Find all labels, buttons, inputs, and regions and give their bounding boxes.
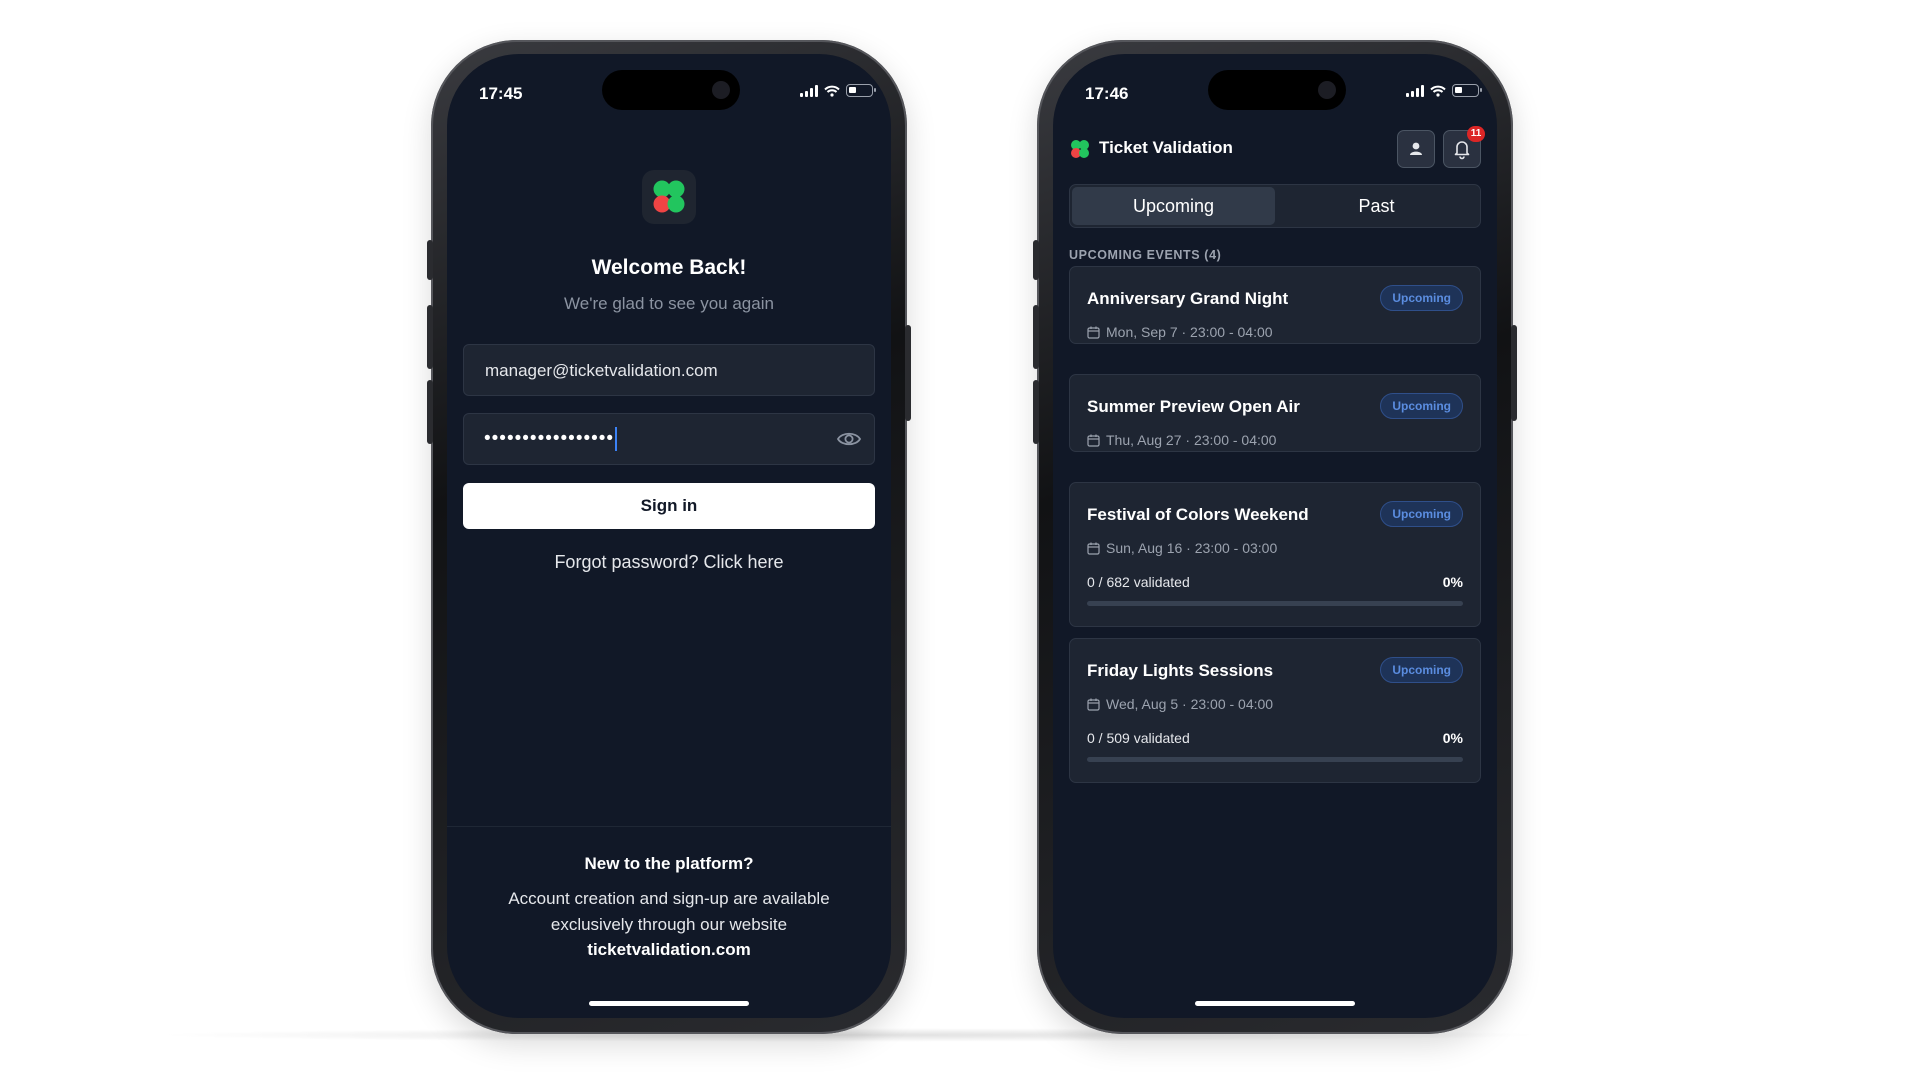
event-date-row: Mon, Sep 7 · 23:00 - 04:00 <box>1087 324 1273 340</box>
home-indicator[interactable] <box>589 1001 749 1006</box>
app-header: Ticket Validation 11 <box>1069 126 1485 168</box>
battery-icon <box>1452 84 1482 97</box>
progress-bar <box>1087 757 1463 762</box>
event-date: Mon, Sep 7 · 23:00 - 04:00 <box>1106 324 1273 340</box>
dynamic-island <box>1208 70 1346 110</box>
event-card[interactable]: Festival of Colors Weekend Upcoming Sun,… <box>1069 482 1481 627</box>
website-link[interactable]: ticketvalidation.com <box>447 940 891 960</box>
phone-volume-up <box>427 305 433 369</box>
event-title: Summer Preview Open Air <box>1087 397 1300 416</box>
divider <box>447 826 891 827</box>
wifi-icon <box>1430 85 1446 97</box>
eye-icon[interactable] <box>836 428 862 450</box>
phone-dashboard: 17:46 Ticket Validation 11 Upcoming Past… <box>1033 40 1517 1034</box>
forgot-password-link[interactable]: Forgot password? Click here <box>447 552 891 573</box>
home-indicator[interactable] <box>1195 1001 1355 1006</box>
event-card[interactable]: Summer Preview Open Air Upcoming Thu, Au… <box>1069 374 1481 452</box>
event-card[interactable]: Anniversary Grand Night Upcoming Mon, Se… <box>1069 266 1481 344</box>
event-title: Anniversary Grand Night <box>1087 289 1289 308</box>
phone-power-button <box>1511 325 1517 421</box>
event-date-row: Thu, Aug 27 · 23:00 - 04:00 <box>1087 432 1276 448</box>
login-screen: 17:45 Welcome Back! We're glad to see yo… <box>447 54 891 1018</box>
tab-past[interactable]: Past <box>1275 187 1478 225</box>
dynamic-island <box>602 70 740 110</box>
new-platform-title: New to the platform? <box>584 854 754 873</box>
status-icons <box>800 84 876 97</box>
text-caret <box>615 427 618 451</box>
event-date: Thu, Aug 27 · 23:00 - 04:00 <box>1106 432 1277 448</box>
calendar-icon <box>1087 434 1100 447</box>
password-mask: ••••••••••••••••• <box>484 428 615 450</box>
event-date-row: Wed, Aug 5 · 23:00 - 04:00 <box>1087 696 1273 712</box>
status-badge: Upcoming <box>1380 501 1463 527</box>
phone-volume-down <box>427 380 433 444</box>
app-title: Ticket Validation <box>1099 138 1233 157</box>
event-tabs: Upcoming Past <box>1069 184 1481 228</box>
clover-logo-icon <box>1071 140 1089 158</box>
user-icon <box>1410 142 1422 155</box>
sign-in-button[interactable]: Sign in <box>463 483 875 529</box>
notification-badge: 11 <box>1467 126 1485 142</box>
new-platform-text: Account creation and sign-up are availab… <box>508 889 830 934</box>
event-date: Wed, Aug 5 · 23:00 - 04:00 <box>1106 696 1274 712</box>
showcase-stage: 17:45 Welcome Back! We're glad to see yo… <box>0 0 1920 1080</box>
event-title: Festival of Colors Weekend <box>1087 505 1309 524</box>
phone-silent-switch <box>1033 240 1039 280</box>
wifi-icon <box>824 85 840 97</box>
status-badge: Upcoming <box>1380 393 1463 419</box>
validated-percent: 0% <box>1442 574 1463 590</box>
section-label: UPCOMING EVENTS (4) <box>1069 248 1222 262</box>
email-field[interactable]: manager@ticketvalidation.com <box>463 344 875 396</box>
event-date: Sun, Aug 16 · 23:00 - 03:00 <box>1106 540 1278 556</box>
welcome-subtitle: We're glad to see you again <box>564 294 774 313</box>
status-badge: Upcoming <box>1380 657 1463 683</box>
validated-row: 0 / 509 validated 0% <box>1087 730 1463 748</box>
validated-count: 0 / 682 validated <box>1087 574 1190 590</box>
status-time: 17:46 <box>1085 84 1129 103</box>
validated-row: 0 / 682 validated 0% <box>1087 574 1463 592</box>
event-title: Friday Lights Sessions <box>1087 661 1274 680</box>
tab-upcoming[interactable]: Upcoming <box>1072 187 1275 225</box>
password-field[interactable]: ••••••••••••••••• <box>463 413 875 465</box>
progress-bar <box>1087 601 1463 606</box>
validated-count: 0 / 509 validated <box>1087 730 1190 746</box>
phone-volume-up <box>1033 305 1039 369</box>
calendar-icon <box>1087 698 1100 711</box>
battery-icon <box>846 84 876 97</box>
clover-logo-icon <box>653 180 685 213</box>
profile-button[interactable] <box>1397 130 1435 168</box>
event-card[interactable]: Friday Lights Sessions Upcoming Wed, Aug… <box>1069 638 1481 783</box>
email-value: manager@ticketvalidation.com <box>485 361 718 380</box>
welcome-title: Welcome Back! <box>591 256 747 279</box>
app-logo <box>642 170 696 224</box>
notifications-button[interactable]: 11 <box>1443 126 1485 168</box>
calendar-icon <box>1087 326 1100 339</box>
status-icons <box>1406 84 1482 97</box>
phone-power-button <box>905 325 911 421</box>
calendar-icon <box>1087 542 1100 555</box>
password-value: ••••••••••••••••• <box>484 427 618 451</box>
status-time: 17:45 <box>479 84 523 103</box>
phone-volume-down <box>1033 380 1039 444</box>
dashboard-screen: 17:46 Ticket Validation 11 Upcoming Past… <box>1053 54 1497 1018</box>
phone-login: 17:45 Welcome Back! We're glad to see yo… <box>427 40 911 1034</box>
signal-icon <box>800 84 818 97</box>
status-badge: Upcoming <box>1380 285 1463 311</box>
event-date-row: Sun, Aug 16 · 23:00 - 03:00 <box>1087 540 1277 556</box>
phone-silent-switch <box>427 240 433 280</box>
validated-percent: 0% <box>1442 730 1463 746</box>
signal-icon <box>1406 84 1424 97</box>
